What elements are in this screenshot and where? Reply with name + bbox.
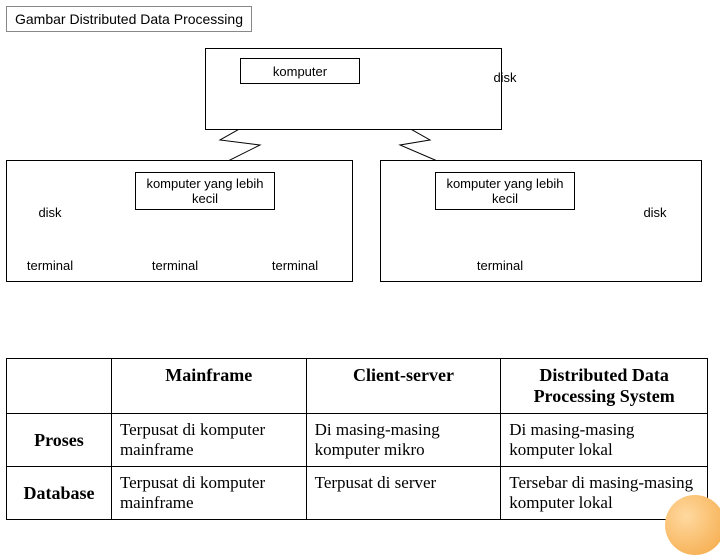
header-empty	[7, 359, 112, 414]
row-proses-head: Proses	[7, 414, 112, 467]
table-header-row: Mainframe Client-server Distributed Data…	[7, 359, 708, 414]
table-row: Proses Terpusat di komputer mainframe Di…	[7, 414, 708, 467]
comparison-table: Mainframe Client-server Distributed Data…	[6, 358, 708, 520]
table-row: Database Terpusat di komputer mainframe …	[7, 467, 708, 520]
header-mainframe: Mainframe	[111, 359, 306, 414]
left-terminal3-label: terminal	[265, 258, 325, 273]
left-terminal2-label: terminal	[145, 258, 205, 273]
right-cpu-box: komputer yang lebih kecil	[435, 172, 575, 210]
decorative-circle	[665, 495, 720, 555]
row-database-head: Database	[7, 467, 112, 520]
row-database-c1: Terpusat di komputer mainframe	[111, 467, 306, 520]
row-proses-c1: Terpusat di komputer mainframe	[111, 414, 306, 467]
header-ddps: Distributed Data Processing System	[501, 359, 708, 414]
top-komputer-box: komputer	[240, 58, 360, 84]
left-terminal1-label: terminal	[20, 258, 80, 273]
right-disk-label: disk	[625, 205, 685, 220]
top-disk-label: disk	[475, 70, 535, 85]
row-proses-c3: Di masing-masing komputer lokal	[501, 414, 708, 467]
left-cpu-box: komputer yang lebih kecil	[135, 172, 275, 210]
header-clientserver: Client-server	[306, 359, 501, 414]
row-database-c2: Terpusat di server	[306, 467, 501, 520]
left-disk-label: disk	[20, 205, 80, 220]
right-terminal1-label: terminal	[470, 258, 530, 273]
row-proses-c2: Di masing-masing komputer mikro	[306, 414, 501, 467]
